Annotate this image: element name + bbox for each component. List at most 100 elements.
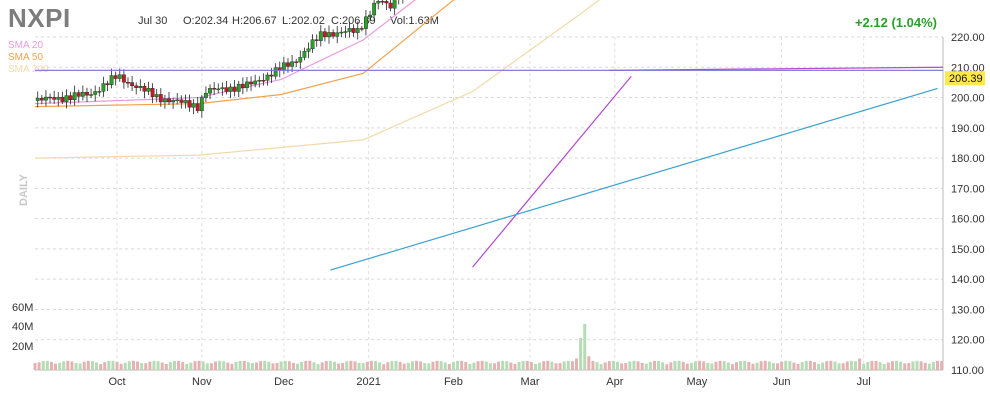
- candle-body: [142, 86, 147, 92]
- volume-bar: [193, 361, 197, 370]
- volume-bar: [866, 361, 870, 370]
- volume-bar: [669, 362, 673, 370]
- volume-bar: [49, 361, 53, 370]
- volume-bar: [423, 363, 427, 370]
- candle-body: [48, 96, 52, 99]
- volume-bar: [328, 360, 332, 370]
- last-price-label: 206.39: [949, 73, 983, 85]
- volume-bar: [410, 361, 414, 370]
- volume-bar: [689, 362, 693, 370]
- candle-body: [310, 39, 315, 50]
- candle-body: [105, 83, 110, 85]
- volume-bar: [767, 361, 771, 370]
- volume-bar: [628, 361, 632, 370]
- volume-bar: [644, 363, 648, 370]
- volume-bar: [90, 361, 94, 370]
- volume-bar: [632, 360, 636, 370]
- volume-bar: [431, 361, 435, 370]
- volume-bar: [488, 363, 492, 370]
- volume-bar: [374, 361, 377, 370]
- volume-bar: [890, 361, 894, 370]
- volume-bar: [718, 360, 722, 370]
- volume-bar: [361, 363, 365, 370]
- volume-bar: [521, 360, 525, 370]
- volume-bar: [542, 361, 546, 370]
- volume-bar: [550, 361, 554, 370]
- volume-bar: [849, 360, 853, 370]
- volume-bar: [673, 361, 677, 370]
- volume-bar: [152, 360, 156, 370]
- volume-bar: [66, 360, 70, 370]
- volume-bar: [316, 364, 320, 370]
- candle-body: [359, 28, 364, 30]
- chart-widget: NXPI Jul 30 O:202.34 H:206.67 L:202.02 C…: [0, 0, 990, 400]
- candle-body: [249, 81, 253, 85]
- candle-body: [314, 39, 319, 41]
- y-tick-label: 140.00: [951, 274, 985, 286]
- volume-bar: [513, 363, 517, 370]
- volume-bar: [780, 361, 784, 370]
- candle-body: [376, 0, 381, 4]
- volume-bar: [99, 364, 103, 370]
- sma50-line: [34, 0, 455, 108]
- x-tick-label: Dec: [274, 376, 294, 388]
- volume-bar: [480, 360, 484, 370]
- candle-body: [245, 81, 249, 89]
- volume-bar: [172, 360, 176, 370]
- volume-bar: [837, 363, 841, 370]
- volume-bar: [74, 363, 78, 370]
- volume-bar: [862, 363, 866, 370]
- candle-body: [39, 97, 44, 101]
- volume-bar: [390, 361, 394, 370]
- volume-bar: [665, 364, 669, 370]
- candle-body: [384, 1, 389, 4]
- volume-bar: [443, 362, 447, 370]
- x-tick-label: Oct: [108, 376, 125, 388]
- x-tick-label: Mar: [521, 376, 540, 388]
- candle-body: [240, 83, 245, 89]
- candle-body: [220, 87, 225, 90]
- volume-bar: [222, 361, 226, 370]
- candle-body: [339, 31, 344, 34]
- volume-bar: [357, 362, 361, 370]
- candle-body: [138, 86, 143, 88]
- candle-body: [273, 67, 278, 77]
- volume-bar: [763, 360, 767, 370]
- volume-bar: [472, 362, 476, 370]
- volume-bar: [870, 360, 874, 370]
- volume-bar: [509, 362, 513, 370]
- volume-bar: [275, 363, 279, 370]
- volume-bar: [353, 361, 357, 370]
- volume-bar: [103, 362, 107, 370]
- volume-tick-label: 40M: [12, 321, 33, 333]
- volume-bar: [591, 361, 595, 370]
- candle-body: [261, 80, 266, 82]
- candle-body: [158, 94, 163, 103]
- candle-body: [298, 57, 303, 63]
- price-chart-svg: 110.00 120.00 130.00 140.00 150.00 160.00 170.…: [8, 0, 985, 388]
- candle-body: [72, 92, 77, 101]
- volume-bar: [156, 361, 160, 370]
- candle-body: [52, 97, 57, 100]
- volume-bar: [771, 363, 775, 370]
- volume-bar: [726, 362, 730, 370]
- candle-body: [35, 97, 40, 101]
- volume-bar: [58, 362, 62, 370]
- volume-bar: [808, 360, 812, 370]
- candle-body: [343, 31, 348, 33]
- volume-bar: [394, 360, 398, 370]
- candle-body: [380, 0, 385, 3]
- volume-bar: [788, 361, 792, 370]
- volume-bar: [652, 360, 656, 370]
- candle-body: [199, 97, 204, 112]
- candle-body: [204, 93, 208, 98]
- candle-body: [195, 103, 200, 112]
- volume-bar: [829, 360, 833, 370]
- volume-bar: [283, 360, 287, 370]
- volume-bar: [111, 360, 115, 370]
- volume-bar: [505, 361, 509, 370]
- candle-body: [60, 96, 65, 102]
- volume-bar: [657, 361, 661, 370]
- candle-body: [212, 88, 217, 90]
- volume-bar: [291, 362, 295, 370]
